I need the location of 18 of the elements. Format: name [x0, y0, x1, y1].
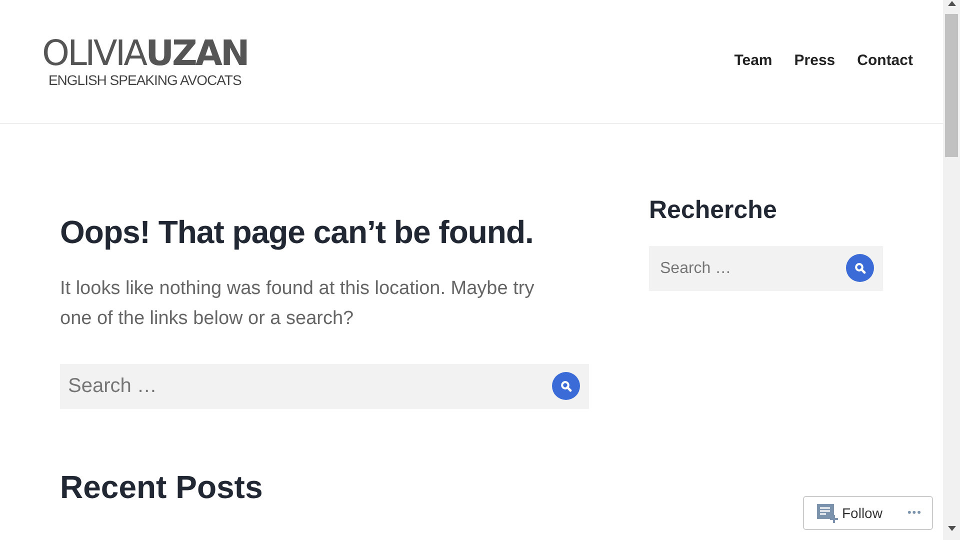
- search-icon: [854, 262, 866, 275]
- page-title: Oops! That page can’t be found.: [60, 213, 534, 252]
- reader-plus-icon: [817, 503, 839, 523]
- search-field[interactable]: Search …: [60, 364, 589, 409]
- section-heading: Recent Posts: [60, 468, 264, 507]
- message-text: It looks like nothing was found at this location. Maybe try one of the links below or a search?: [60, 277, 536, 331]
- logo-wordmark[interactable]: OLIVIAUZAN: [42, 36, 248, 72]
- scrollbar-thumb[interactable]: [945, 14, 958, 157]
- nav-link[interactable]: Contact: [857, 50, 913, 73]
- follow-button[interactable]: Follow •••: [803, 496, 933, 530]
- logo-tagline: ENGLISH SPEAKING AVOCATS: [48, 72, 242, 86]
- nav-link[interactable]: Press: [794, 50, 836, 73]
- search-field[interactable]: Search …: [649, 246, 883, 292]
- search-icon: [560, 380, 572, 392]
- widget-heading: Recherche: [649, 195, 778, 226]
- follow-label: Follow: [842, 504, 882, 522]
- scrollbar[interactable]: [943, 0, 960, 540]
- nav-link[interactable]: Team: [734, 50, 772, 73]
